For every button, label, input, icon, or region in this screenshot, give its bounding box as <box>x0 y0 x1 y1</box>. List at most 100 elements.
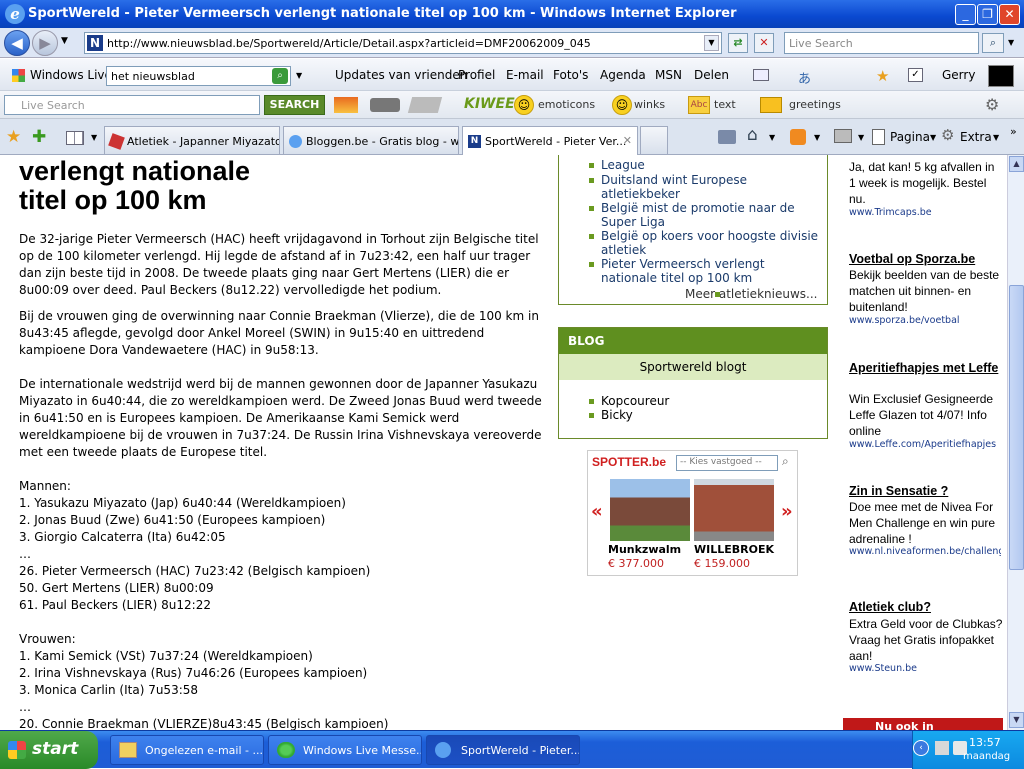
scroll-down-icon[interactable]: ▼ <box>1009 712 1024 728</box>
news-link[interactable]: League <box>559 158 645 172</box>
camera-icon[interactable] <box>370 98 400 112</box>
wl-share-link[interactable]: Delen <box>694 68 729 82</box>
greetings-menu[interactable]: greetings <box>789 98 841 111</box>
ad-title[interactable]: Voetbal op Sporza.be <box>849 252 975 267</box>
palm-tree-icon[interactable] <box>334 97 358 113</box>
start-button[interactable]: start <box>0 731 98 769</box>
news-link[interactable]: Duitsland wint Europese atletiekbeker <box>559 173 809 201</box>
bottom-promo-banner[interactable]: Nu ook in <box>843 718 1003 730</box>
emoticons-menu[interactable]: emoticons <box>538 98 595 111</box>
spotter-logo[interactable]: SPOTTER.be <box>592 455 666 469</box>
translate-icon[interactable]: あ <box>798 68 811 87</box>
next-arrow-icon[interactable]: » <box>781 501 793 522</box>
kiwee-logo[interactable]: KIWEE <box>464 96 515 112</box>
page-menu[interactable]: Pagina <box>890 130 930 144</box>
wl-updates-link[interactable]: Updates van vrienden <box>335 68 467 82</box>
tab-list-dropdown-icon[interactable]: ▼ <box>91 133 97 142</box>
scroll-thumb[interactable] <box>1009 285 1024 570</box>
address-field[interactable]: N http://www.nieuwsblad.be/Sportwereld/A… <box>84 32 722 54</box>
listing-photo[interactable] <box>694 479 774 541</box>
wl-photos-link[interactable]: Foto's <box>553 68 588 82</box>
rss-feed-icon[interactable] <box>790 129 806 145</box>
add-favorite-icon[interactable]: ✚ <box>32 127 46 147</box>
feeds-reader-icon[interactable] <box>718 130 736 144</box>
toolbar-search-input[interactable]: Live Search <box>4 95 260 115</box>
messenger-window-icon[interactable] <box>753 69 769 81</box>
ad-title[interactable]: Zin in Sensatie ? <box>849 484 948 499</box>
favorites-star-icon[interactable]: ★ <box>876 67 889 85</box>
listing-city[interactable]: WILLEBROEK <box>694 543 774 556</box>
ad-body[interactable]: Extra Geld voor de Clubkas? Vraag het Gr… <box>849 616 1004 664</box>
forward-button[interactable]: ▶ <box>32 30 58 56</box>
prev-arrow-icon[interactable]: « <box>591 501 603 522</box>
wl-email-link[interactable]: E-mail <box>506 68 544 82</box>
ad-title[interactable]: Atletiek club? <box>849 600 931 615</box>
user-name[interactable]: Gerry <box>942 68 975 82</box>
minimize-button[interactable]: _ <box>955 4 976 25</box>
listing-city[interactable]: Munkzwalm <box>608 543 681 556</box>
news-link[interactable]: Pieter Vermeersch verlengt nationale tit… <box>559 257 809 285</box>
search-icon[interactable]: ⌕ <box>982 33 1004 53</box>
blog-link[interactable]: Bicky <box>559 408 827 422</box>
ad-body[interactable]: Win Exclusief Gesigneerde Leffe Glazen t… <box>849 391 1004 439</box>
spotter-ad[interactable]: SPOTTER.be -- Kies vastgoed -- ⌕ « » Mun… <box>587 450 798 576</box>
settings-gear-icon[interactable]: ⚙ <box>985 95 999 114</box>
tools-menu[interactable]: Extra <box>960 130 992 144</box>
scroll-up-icon[interactable]: ▲ <box>1009 156 1024 172</box>
winks-menu[interactable]: winks <box>634 98 665 111</box>
windows-live-brand[interactable]: Windows Live <box>30 68 112 82</box>
feed-dropdown-icon[interactable]: ▼ <box>814 133 820 142</box>
taskbar-messenger[interactable]: Windows Live Messe... <box>268 735 422 765</box>
wl-msn-link[interactable]: MSN <box>655 68 682 82</box>
back-button[interactable]: ◀ <box>4 30 30 56</box>
print-dropdown-icon[interactable]: ▼ <box>858 133 864 142</box>
print-icon[interactable] <box>834 129 852 143</box>
close-tab-icon[interactable]: ✕ <box>623 134 632 147</box>
news-link[interactable]: België mist de promotie naar de Super Li… <box>559 201 809 229</box>
listing-photo[interactable] <box>610 479 690 541</box>
taskbar-outlook[interactable]: Ongelezen e-mail - ... <box>110 735 264 765</box>
network-icon[interactable] <box>935 741 949 755</box>
refresh-icon[interactable]: ⇄ <box>728 33 748 53</box>
tab-sportwereld[interactable]: N SportWereld - Pieter Ver... ✕ <box>462 126 638 155</box>
close-button[interactable]: ✕ <box>999 4 1020 25</box>
more-news-link[interactable]: Meer atletieknieuws... <box>685 287 817 301</box>
quick-tabs-icon[interactable] <box>66 131 84 145</box>
blog-subtitle[interactable]: Sportwereld blogt <box>559 354 827 380</box>
ad-url[interactable]: www.nl.niveaformen.be/challenge <box>849 546 1001 557</box>
news-link[interactable]: België op koers voor hoogste divisie atl… <box>559 229 827 257</box>
history-dropdown-icon[interactable]: ▼ <box>61 36 68 46</box>
address-dropdown-icon[interactable]: ▼ <box>704 35 719 51</box>
wl-agenda-link[interactable]: Agenda <box>600 68 646 82</box>
wl-profile-link[interactable]: Profiel <box>458 68 495 82</box>
toolbar-search-button[interactable]: SEARCH <box>264 95 325 115</box>
taskbar-ie[interactable]: SportWereld - Pieter... <box>426 735 580 765</box>
home-icon[interactable]: ⌂ <box>747 125 758 145</box>
live-search-input[interactable]: Live Search <box>784 32 979 54</box>
text-menu[interactable]: text <box>714 98 736 111</box>
blog-link[interactable]: Kopcoureur <box>559 394 827 408</box>
stop-icon[interactable]: ✕ <box>754 33 774 53</box>
property-type-select[interactable]: -- Kies vastgoed -- <box>676 455 778 471</box>
avatar[interactable] <box>988 65 1014 87</box>
new-tab-button[interactable] <box>640 126 668 154</box>
clock-day[interactable]: maandag <box>963 751 1010 762</box>
ad-title[interactable]: Aperitiefhapjes met Leffe <box>849 361 999 376</box>
ad-body[interactable]: Ja, dat kan! 5 kg afvallen in 1 week is … <box>849 159 1004 207</box>
search-options-icon[interactable]: ▼ <box>1008 38 1014 47</box>
tab-atletiek[interactable]: Atletiek - Japanner Miyazato ... <box>104 126 280 154</box>
page-dropdown-icon[interactable]: ▼ <box>930 133 936 142</box>
windows-live-search-input[interactable]: het nieuwsblad <box>106 66 291 86</box>
tab-bloggen[interactable]: Bloggen.be - Gratis blog - we... <box>283 126 459 154</box>
windows-live-dropdown-icon[interactable]: ▼ <box>296 71 302 80</box>
ad-url[interactable]: www.Trimcaps.be <box>849 207 1001 218</box>
toolbar-overflow-icon[interactable]: » <box>1010 125 1017 138</box>
vertical-scrollbar[interactable]: ▲ ▼ <box>1007 155 1024 730</box>
tray-expand-icon[interactable]: ‹ <box>913 740 929 756</box>
home-dropdown-icon[interactable]: ▼ <box>769 133 775 142</box>
spotter-search-icon[interactable]: ⌕ <box>782 454 789 469</box>
ad-url[interactable]: www.Steun.be <box>849 663 1001 674</box>
tools-dropdown-icon[interactable]: ▼ <box>993 133 999 142</box>
ad-url[interactable]: www.sporza.be/voetbal <box>849 315 1001 326</box>
windows-live-search-icon[interactable]: ⌕ <box>272 68 288 84</box>
